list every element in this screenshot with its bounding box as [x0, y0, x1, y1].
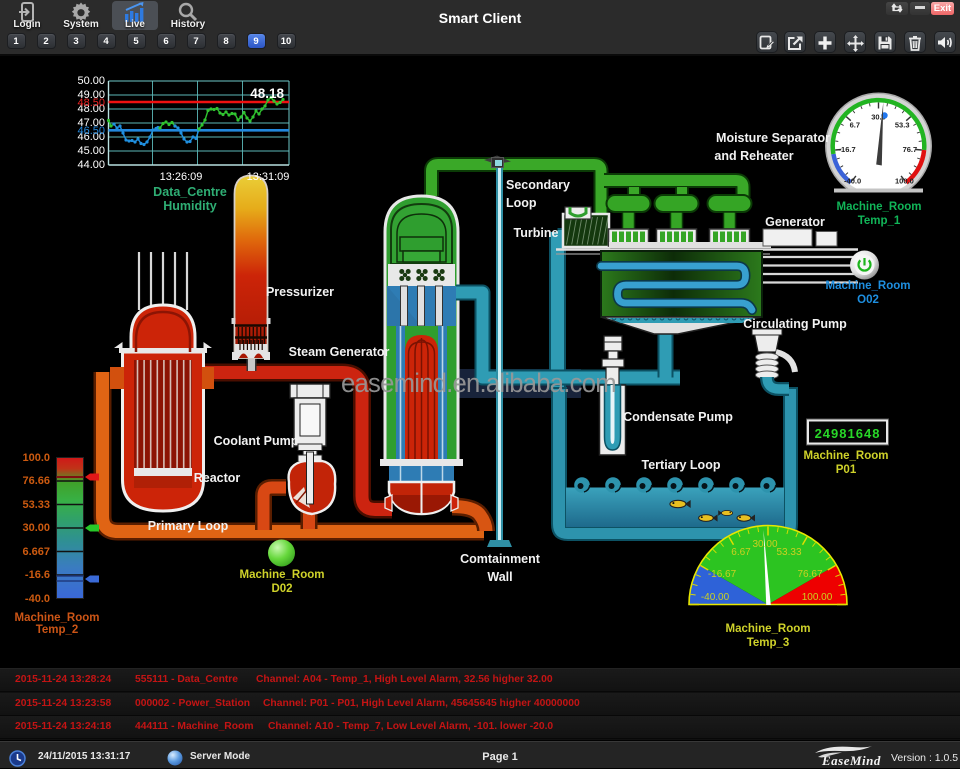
svg-text:-40.0: -40.0: [844, 176, 861, 185]
svg-text:53.3: 53.3: [895, 121, 910, 130]
svg-text:100.0: 100.0: [895, 176, 914, 185]
svg-text:76.7: 76.7: [903, 145, 918, 154]
svg-text:6.7: 6.7: [850, 121, 860, 130]
